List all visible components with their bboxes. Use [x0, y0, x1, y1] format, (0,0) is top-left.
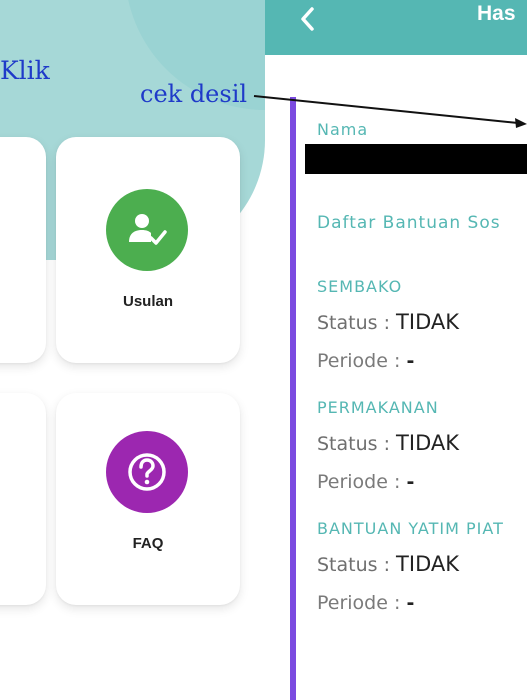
status-row: Status : TIDAK — [317, 431, 459, 455]
question-icon — [106, 431, 188, 513]
periode-label: Periode : — [317, 471, 401, 493]
periode-row: Periode : - — [317, 350, 414, 372]
status-label: Status : — [317, 312, 390, 334]
usulan-label: Usulan — [122, 293, 173, 310]
periode-label: Periode : — [317, 592, 401, 614]
periode-row: Periode : - — [317, 471, 414, 493]
periode-value: - — [406, 350, 415, 372]
usulan-card[interactable]: Usulan — [56, 137, 240, 363]
daftar-bantuan-label: Daftar Bantuan Sos — [317, 213, 501, 233]
periode-value: - — [406, 592, 415, 614]
status-label: Status : — [317, 433, 390, 455]
periode-label: Periode : — [317, 350, 401, 372]
program-name: PERMAKANAN — [317, 398, 439, 417]
menu-card-partial[interactable] — [0, 393, 46, 605]
user-check-icon — [106, 189, 188, 271]
timeline-bar — [290, 97, 296, 700]
status-value: TIDAK — [396, 310, 460, 334]
result-content: Nama Daftar Bantuan Sos SEMBAKO Status :… — [317, 0, 527, 700]
klik-text: Klik — [0, 56, 50, 85]
faq-label: FAQ — [132, 535, 164, 552]
periode-value: - — [406, 471, 415, 493]
program-name: SEMBAKO — [317, 277, 403, 296]
nama-label: Nama — [317, 120, 369, 139]
status-value: TIDAK — [396, 552, 460, 576]
periode-row: Periode : - — [317, 592, 414, 614]
status-row: Status : TIDAK — [317, 310, 459, 334]
status-value: TIDAK — [396, 431, 460, 455]
faq-card[interactable]: FAQ — [56, 393, 240, 605]
program-name: BANTUAN YATIM PIAT — [317, 519, 504, 538]
bansos-result-panel: Has Nama Daftar Bantuan Sos SEMBAKO Stat… — [265, 0, 527, 700]
annotation-text: cek desil — [140, 80, 248, 108]
status-row: Status : TIDAK — [317, 552, 459, 576]
menu-card-partial[interactable] — [0, 137, 46, 363]
status-label: Status : — [317, 554, 390, 576]
